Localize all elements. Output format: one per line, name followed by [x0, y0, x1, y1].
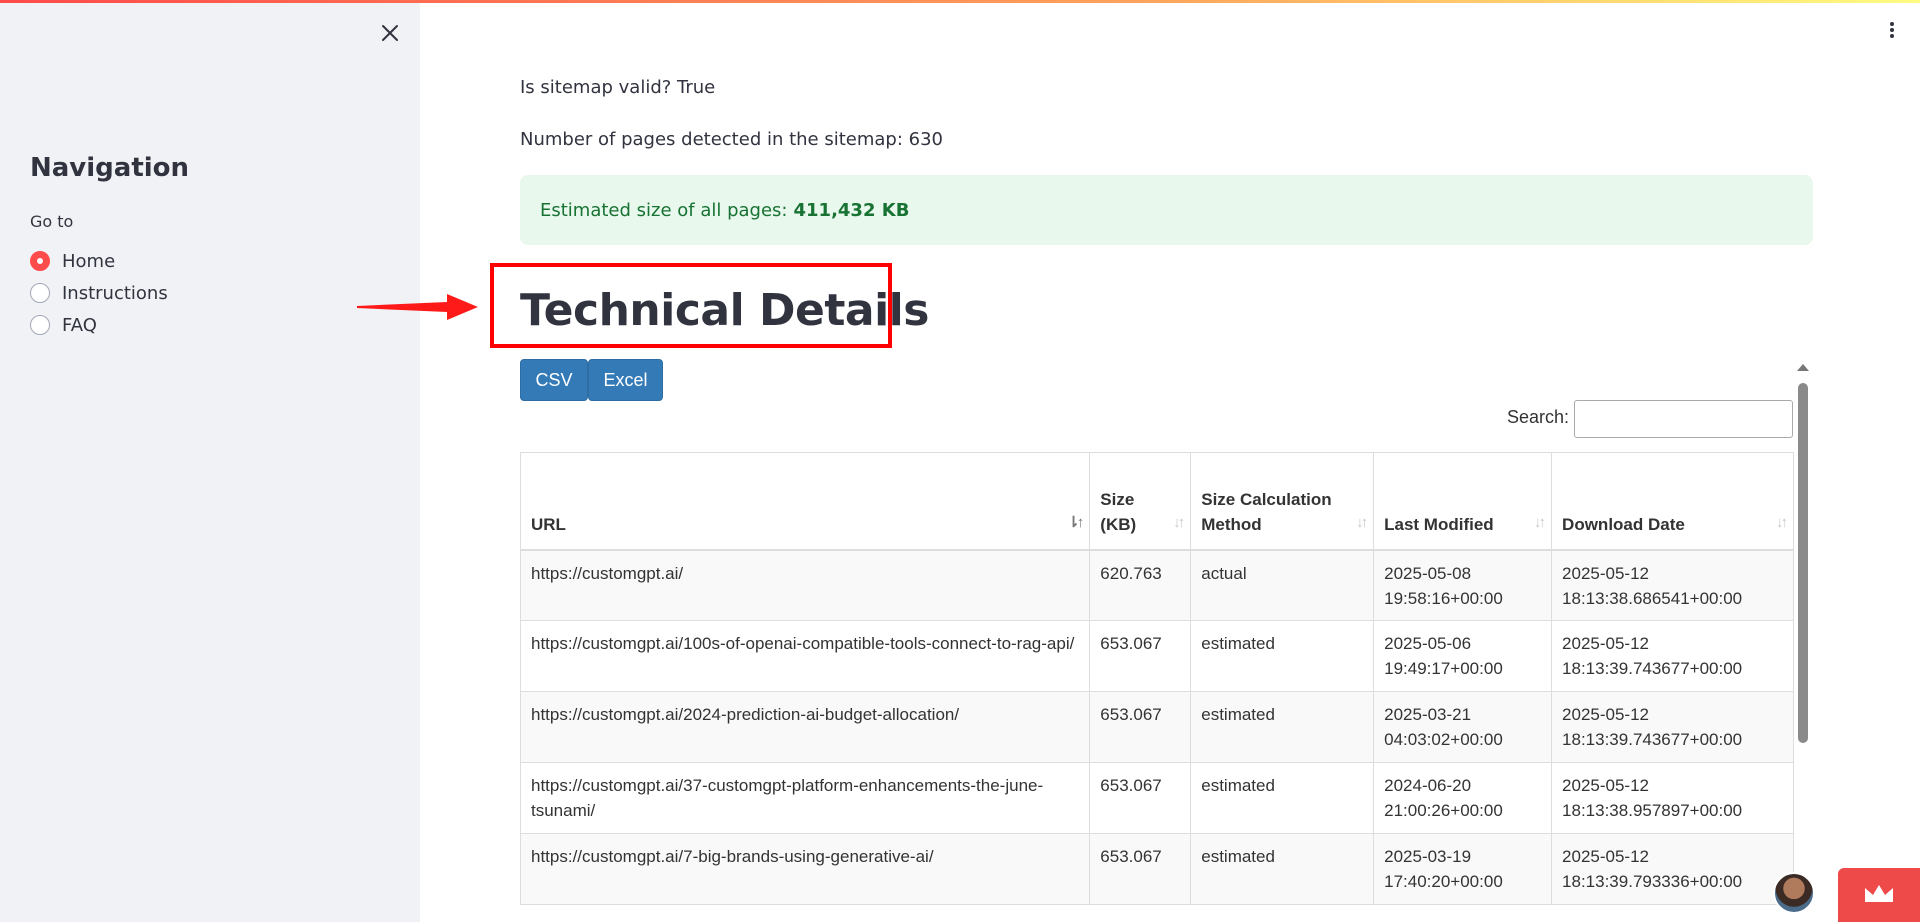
sort-icon: ↓↑ [1776, 513, 1788, 531]
size-estimate-alert: Estimated size of all pages: 411,432 KB [520, 175, 1813, 245]
sort-ascending-icon: ⇂↑ [1067, 513, 1084, 531]
cell-url: https://customgpt.ai/ [519, 549, 1091, 621]
excel-export-button[interactable]: Excel [588, 359, 663, 401]
cell-method: estimated [1190, 691, 1375, 763]
header-label: Download Date [1562, 514, 1685, 534]
chat-widget-button[interactable] [1838, 868, 1920, 922]
column-header-download-date[interactable]: Download Date ↓↑ [1551, 452, 1794, 551]
radio-checked-icon[interactable] [30, 251, 50, 271]
sidebar: Navigation Go to Home Instructions FAQ [0, 3, 420, 922]
cell-last-modified: 2025-05-08 19:58:16+00:00 [1373, 549, 1553, 621]
radio-label: Home [62, 250, 116, 272]
cell-size: 653.067 [1089, 691, 1192, 763]
close-icon [382, 25, 398, 41]
header-label: Last Modified [1384, 514, 1494, 534]
cell-last-modified: 2025-03-19 17:40:20+00:00 [1373, 833, 1553, 905]
close-sidebar-button[interactable] [378, 21, 402, 45]
navigation-radio-group: Home Instructions FAQ [30, 245, 168, 341]
cell-size: 653.067 [1089, 833, 1192, 905]
cell-url: https://customgpt.ai/100s-of-openai-comp… [519, 620, 1091, 692]
scroll-up-arrow-icon[interactable] [1797, 364, 1809, 371]
cell-download-date: 2025-05-12 18:13:38.686541+00:00 [1551, 549, 1794, 621]
cell-size: 620.763 [1089, 549, 1192, 621]
cell-download-date: 2025-05-12 18:13:39.793336+00:00 [1551, 833, 1794, 905]
table-row: https://customgpt.ai/7-big-brands-using-… [519, 833, 1794, 905]
pages-detected-text: Number of pages detected in the sitemap:… [520, 129, 943, 150]
column-header-url[interactable]: URL ⇂↑ [519, 452, 1091, 551]
cell-last-modified: 2024-06-20 21:00:26+00:00 [1373, 762, 1553, 834]
cell-method: estimated [1190, 833, 1375, 905]
estimate-label: Estimated size of all pages: [540, 199, 788, 221]
sort-icon: ↓↑ [1534, 513, 1546, 531]
main-menu-button[interactable] [1882, 20, 1902, 44]
sitemap-valid-text: Is sitemap valid? True [520, 77, 716, 98]
kebab-menu-icon [1882, 22, 1902, 38]
cell-last-modified: 2025-05-06 19:49:17+00:00 [1373, 620, 1553, 692]
cell-method: estimated [1190, 620, 1375, 692]
scrollbar-thumb[interactable] [1798, 383, 1808, 743]
cell-url: https://customgpt.ai/2024-prediction-ai-… [519, 691, 1091, 763]
support-avatar[interactable] [1773, 872, 1815, 914]
radio-label: Instructions [62, 282, 168, 304]
header-label: Size Calculation Method [1201, 489, 1332, 534]
sort-icon: ↓↑ [1356, 513, 1368, 531]
cell-download-date: 2025-05-12 18:13:39.743677+00:00 [1551, 620, 1794, 692]
page-heading: Technical Details [520, 285, 929, 336]
table-header-row: URL ⇂↑ Size (KB) ↓↑ Size Calculation Met… [519, 452, 1794, 551]
search-input[interactable] [1574, 400, 1793, 438]
cell-size: 653.067 [1089, 762, 1192, 834]
cell-url: https://customgpt.ai/7-big-brands-using-… [519, 833, 1091, 905]
radio-unchecked-icon[interactable] [30, 283, 50, 303]
table-row: https://customgpt.ai/2024-prediction-ai-… [519, 691, 1794, 763]
cell-download-date: 2025-05-12 18:13:38.957897+00:00 [1551, 762, 1794, 834]
cell-download-date: 2025-05-12 18:13:39.743677+00:00 [1551, 691, 1794, 763]
cell-method: actual [1190, 549, 1375, 621]
sidebar-title: Navigation [30, 153, 190, 183]
cell-method: estimated [1190, 762, 1375, 834]
table-row: https://customgpt.ai/ 620.763 actual 202… [519, 549, 1794, 621]
radio-unchecked-icon[interactable] [30, 315, 50, 335]
radio-option-instructions[interactable]: Instructions [30, 277, 168, 309]
radio-option-faq[interactable]: FAQ [30, 309, 168, 341]
cell-url: https://customgpt.ai/37-customgpt-platfo… [519, 762, 1091, 834]
cell-size: 653.067 [1089, 620, 1192, 692]
sort-icon: ↓↑ [1173, 513, 1185, 531]
table-row: https://customgpt.ai/37-customgpt-platfo… [519, 762, 1794, 834]
column-header-method[interactable]: Size Calculation Method ↓↑ [1190, 452, 1375, 551]
radio-group-label: Go to [30, 212, 74, 231]
data-table: URL ⇂↑ Size (KB) ↓↑ Size Calculation Met… [519, 452, 1794, 905]
header-label: Size (KB) [1100, 489, 1137, 534]
cell-last-modified: 2025-03-21 04:03:02+00:00 [1373, 691, 1553, 763]
table-row: https://customgpt.ai/100s-of-openai-comp… [519, 620, 1794, 692]
column-header-last-modified[interactable]: Last Modified ↓↑ [1373, 452, 1553, 551]
header-label: URL [531, 514, 566, 534]
estimate-value: 411,432 KB [793, 199, 910, 221]
annotation-arrow-icon [357, 294, 478, 320]
search-label: Search: [1507, 407, 1570, 427]
radio-label: FAQ [62, 314, 97, 336]
radio-option-home[interactable]: Home [30, 245, 168, 277]
csv-export-button[interactable]: CSV [520, 359, 588, 401]
column-header-size[interactable]: Size (KB) ↓↑ [1089, 452, 1192, 551]
crown-icon [1865, 885, 1893, 902]
